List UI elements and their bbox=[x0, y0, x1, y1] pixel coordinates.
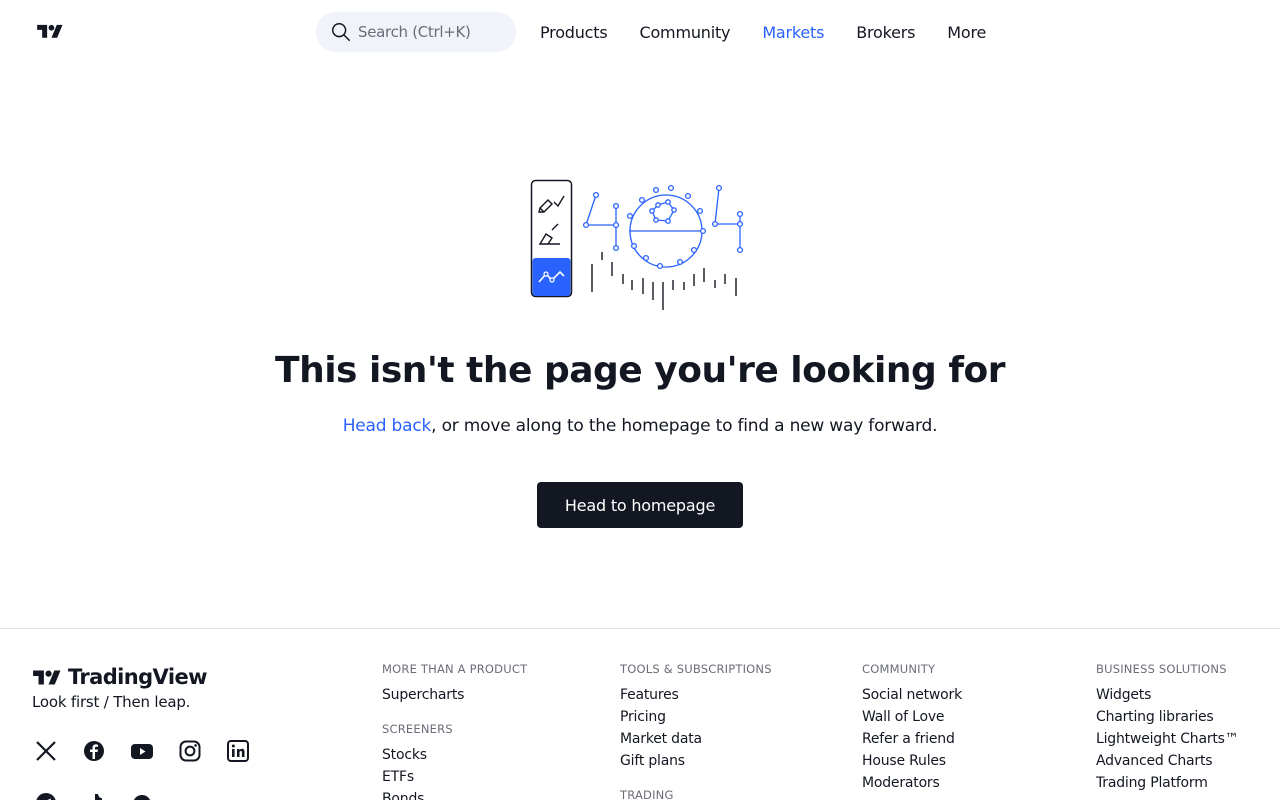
youtube-icon[interactable] bbox=[128, 737, 156, 765]
footer-link-pricing[interactable]: Pricing bbox=[620, 706, 772, 728]
nav-item-more[interactable]: More bbox=[931, 23, 1002, 42]
footer-link-refer-a-friend[interactable]: Refer a friend bbox=[862, 728, 962, 750]
footer-link-features[interactable]: Features bbox=[620, 684, 772, 706]
head-to-homepage-button[interactable]: Head to homepage bbox=[537, 482, 743, 528]
footer-link-trading-platform[interactable]: Trading Platform bbox=[1096, 772, 1239, 794]
search-icon bbox=[332, 23, 350, 41]
footer-link-stocks[interactable]: Stocks bbox=[382, 744, 527, 766]
brand-name: TradingView bbox=[68, 665, 207, 689]
error-message: Head back, or move along to the homepage… bbox=[0, 416, 1280, 436]
footer-link-etfs[interactable]: ETFs bbox=[382, 766, 527, 788]
footer-heading: TRADING bbox=[620, 788, 674, 800]
tradingview-logo-icon[interactable] bbox=[32, 22, 68, 42]
footer-link-bonds[interactable]: Bonds bbox=[382, 788, 527, 800]
footer-link-lightweight-charts[interactable]: Lightweight Charts™ bbox=[1096, 728, 1239, 750]
footer-link-house-rules[interactable]: House Rules bbox=[862, 750, 962, 772]
footer-link-moderators[interactable]: Moderators bbox=[862, 772, 962, 794]
footer-brand[interactable]: TradingView bbox=[32, 665, 207, 689]
error-message-rest: , or move along to the homepage to find … bbox=[431, 416, 938, 436]
footer-heading: TOOLS & SUBSCRIPTIONS bbox=[620, 662, 772, 676]
nav-item-products[interactable]: Products bbox=[524, 23, 624, 42]
footer-link-supercharts[interactable]: Supercharts bbox=[382, 684, 527, 706]
404-illustration bbox=[530, 179, 744, 310]
telegram-icon[interactable] bbox=[32, 789, 60, 800]
footer-link-market-data[interactable]: Market data bbox=[620, 728, 772, 750]
nav-item-brokers[interactable]: Brokers bbox=[840, 23, 931, 42]
instagram-icon[interactable] bbox=[176, 737, 204, 765]
search-input[interactable]: Search (Ctrl+K) bbox=[316, 12, 516, 52]
tradingview-logo-icon bbox=[33, 670, 61, 684]
facebook-icon[interactable] bbox=[80, 737, 108, 765]
site-footer: TradingView Look first / Then leap. MORE bbox=[0, 628, 1280, 800]
head-back-link[interactable]: Head back bbox=[343, 416, 432, 436]
search-placeholder: Search (Ctrl+K) bbox=[358, 23, 471, 41]
footer-column-business: BUSINESS SOLUTIONS Widgets Charting libr… bbox=[1096, 662, 1239, 794]
nav-item-community[interactable]: Community bbox=[624, 23, 747, 42]
footer-link-social-network[interactable]: Social network bbox=[862, 684, 962, 706]
tiktok-icon[interactable] bbox=[80, 789, 108, 800]
footer-column-community: COMMUNITY Social network Wall of Love Re… bbox=[862, 662, 962, 794]
footer-column-product: MORE THAN A PRODUCT Supercharts SCREENER… bbox=[382, 662, 527, 800]
main-nav: Products Community Markets Brokers More bbox=[524, 12, 1002, 52]
footer-link-advanced-charts[interactable]: Advanced Charts bbox=[1096, 750, 1239, 772]
footer-heading: SCREENERS bbox=[382, 722, 453, 736]
footer-link-widgets[interactable]: Widgets bbox=[1096, 684, 1239, 706]
footer-link-gift-plans[interactable]: Gift plans bbox=[620, 750, 772, 772]
x-icon[interactable] bbox=[32, 737, 60, 765]
footer-heading: BUSINESS SOLUTIONS bbox=[1096, 662, 1227, 676]
reddit-icon[interactable] bbox=[128, 789, 156, 800]
site-header: Search (Ctrl+K) Products Community Marke… bbox=[0, 0, 1280, 64]
social-links bbox=[32, 737, 272, 800]
linkedin-icon[interactable] bbox=[224, 737, 252, 765]
tagline: Look first / Then leap. bbox=[32, 693, 191, 711]
footer-column-tools: TOOLS & SUBSCRIPTIONS Features Pricing M… bbox=[620, 662, 772, 800]
footer-heading: MORE THAN A PRODUCT bbox=[382, 662, 528, 676]
footer-heading: COMMUNITY bbox=[862, 662, 936, 676]
page-title: This isn't the page you're looking for bbox=[275, 350, 1005, 391]
nav-item-markets[interactable]: Markets bbox=[746, 23, 840, 42]
footer-link-wall-of-love[interactable]: Wall of Love bbox=[862, 706, 962, 728]
footer-link-charting-libraries[interactable]: Charting libraries bbox=[1096, 706, 1239, 728]
